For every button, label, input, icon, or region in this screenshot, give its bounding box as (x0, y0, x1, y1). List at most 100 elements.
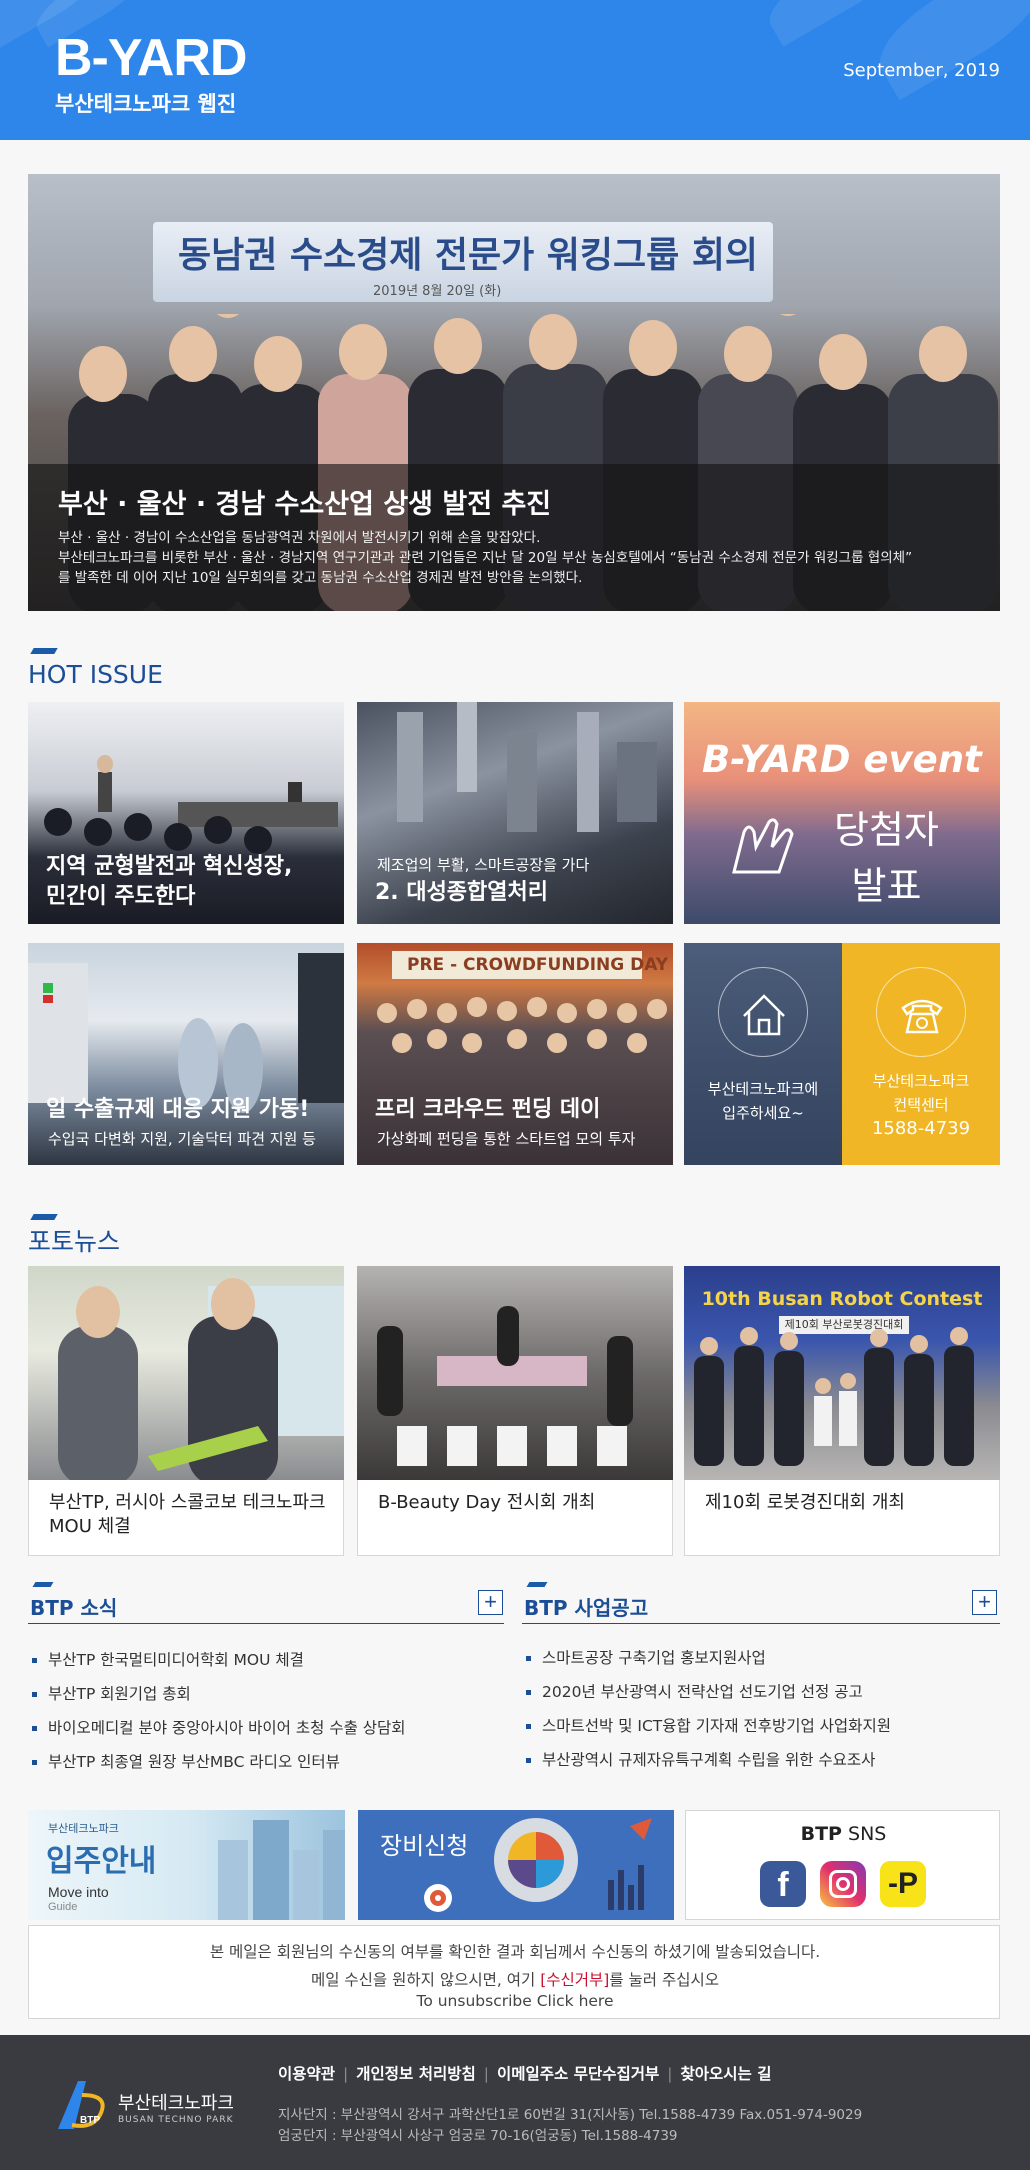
photo-news-title: 포토뉴스 (28, 1227, 121, 1256)
tile-caption: 프리 크라우드 펀딩 데이 (375, 1097, 601, 1122)
hero-description: 부산 · 울산 · 경남이 수소산업을 동남광역권 차원에서 발전시키기 위해 … (58, 528, 978, 588)
event-subtitle-line: 당첨자 (834, 808, 939, 852)
hero-article[interactable]: 동남권 수소경제 전문가 워킹그룹 회의 2019년 8월 20일 (화) 부산… (28, 174, 1000, 611)
footer-link-directions[interactable]: 찾아오시는 길 (681, 2065, 772, 2083)
event-title: B-YARD event (702, 738, 982, 781)
btp-news-title: BTP 소식 (30, 1596, 118, 1620)
address-line: 지사단지 : 부산광역시 강서구 과학산단1로 60번길 31(지사동) Tel… (278, 2107, 863, 2123)
svg-text:BTP: BTP (80, 2115, 100, 2126)
move-in-text-line: 입주하세요~ (722, 1104, 804, 1122)
photo-news-card-3[interactable]: 10th Busan Robot Contest 제10회 부산로봇경진대회 제… (684, 1266, 1000, 1556)
footer-address: 지사단지 : 부산광역시 강서구 과학산단1로 60번길 31(지사동) Tel… (278, 2105, 862, 2147)
equipment-application-banner[interactable]: 장비신청 (358, 1810, 674, 1920)
sns-banner: BTP SNS f -P (685, 1810, 1000, 1920)
hot-issue-tile-1[interactable]: 지역 균형발전과 혁신성장, 민간이 주도한다 (28, 702, 344, 924)
contact-center-text-line: 부산테크노파크 (872, 1072, 970, 1090)
hot-issue-tile-3[interactable]: B-YARD event 당첨자 발표 (684, 702, 1000, 924)
footer-link-terms[interactable]: 이용약관 (278, 2065, 335, 2083)
btp-news-more-button[interactable]: + (478, 1590, 503, 1615)
list-item[interactable]: 2020년 부산광역시 전략산업 선도기업 선정 공고 (524, 1675, 891, 1709)
hero-description-line: 부산 · 울산 · 경남이 수소산업을 동남광역권 차원에서 발전시키기 위해 … (58, 530, 541, 546)
hero-photo-banner-text: 동남권 수소경제 전문가 워킹그룹 회의 (178, 235, 759, 276)
notice-line: To unsubscribe Click here (29, 1992, 1001, 2010)
list-item[interactable]: 스마트선박 및 ICT융합 기자재 전후방기업 사업화지원 (524, 1709, 891, 1743)
footer-links: 이용약관 | 개인정보 처리방침 | 이메일주소 무단수집거부 | 찾아오시는 길 (278, 2065, 772, 2083)
kakao-plus-icon[interactable]: -P (880, 1861, 926, 1907)
list-item[interactable]: 부산TP 최종열 원장 부산MBC 라디오 인터뷰 (30, 1745, 406, 1779)
btp-notice-list: 스마트공장 구축기업 홍보지원사업 2020년 부산광역시 전략산업 선도기업 … (524, 1641, 891, 1777)
btp-notice-title: BTP 사업공고 (524, 1596, 649, 1620)
palm-leaf-decoration (864, 0, 1030, 101)
contact-center-text: 부산테크노파크 컨택센터 1588-4739 (842, 1069, 1000, 1141)
tile-subtitle: 제조업의 부활, 스마트공장을 가다 (377, 856, 590, 874)
list-item[interactable]: 부산TP 회원기업 총회 (30, 1677, 406, 1711)
gear-icon (424, 1818, 652, 1912)
section-marker (526, 1582, 548, 1587)
photo-news-image: 10th Busan Robot Contest 제10회 부산로봇경진대회 (684, 1266, 1000, 1480)
sns-title-text: SNS (848, 1823, 887, 1845)
photo-news-card-2[interactable]: B-Beauty Day 전시회 개최 (357, 1266, 673, 1556)
hot-issue-tile-2[interactable]: 제조업의 부활, 스마트공장을 가다 2. 대성종합열처리 (357, 702, 673, 924)
hand-icon (732, 818, 794, 874)
event-subtitle: 당첨자 발표 (834, 802, 939, 914)
notice-line: 메일 수신을 원하지 않으시면, 여기 [수신거부]를 눌러 주십시오 (29, 1968, 1001, 1990)
list-item[interactable]: 바이오메디컬 분야 중앙아시아 바이어 초청 수출 상담회 (30, 1711, 406, 1745)
unsubscribe-click-here-link[interactable]: Click here (537, 1992, 614, 2010)
list-item[interactable]: 스마트공장 구축기업 홍보지원사업 (524, 1641, 891, 1675)
issue-date: September, 2019 (843, 60, 1000, 81)
btp-logo-icon[interactable]: BTP (52, 2075, 112, 2135)
section-marker (30, 648, 58, 654)
contact-center-phone: 1588-4739 (871, 1118, 971, 1139)
hero-title[interactable]: 부산 · 울산 · 경남 수소산업 상생 발전 추진 (58, 482, 551, 521)
hero-description-line: 를 발족한 데 이어 지난 10일 실무회의를 갖고 동남권 수소산업 경제권 … (58, 570, 583, 586)
move-in-en: Move into (48, 1884, 109, 1900)
site-logo[interactable]: B-YARD (55, 28, 247, 88)
btp-notice-more-button[interactable]: + (972, 1590, 997, 1615)
footer-link-privacy[interactable]: 개인정보 처리방침 (356, 2065, 475, 2083)
tile-subtitle: 수입국 다변화 지원, 기술닥터 파견 지원 등 (48, 1130, 316, 1148)
section-marker (30, 1214, 58, 1220)
event-subtitle-line: 발표 (851, 864, 922, 908)
photo-news-title: 부산TP, 러시아 스콜코보 테크노파크 MOU 체결 (49, 1492, 326, 1537)
photo-news-image (28, 1266, 344, 1480)
phone-icon (876, 967, 966, 1057)
unsubscribe-link[interactable]: [수신거부] (540, 1971, 609, 1989)
tile-caption-line: 지역 균형발전과 혁신성장, (46, 854, 293, 879)
facebook-icon[interactable]: f (760, 1861, 806, 1907)
move-in-text-line: 부산테크노파크에 (707, 1080, 819, 1098)
tile-caption: 일 수출규제 대응 지원 가동! (46, 1097, 310, 1122)
hot-issue-tile-5[interactable]: PRE - CROWDFUNDING DAY 프리 크라우드 펀딩 데이 가상화… (357, 943, 673, 1165)
hot-issue-title: HOT ISSUE (28, 660, 163, 689)
move-in-small-label: 부산테크노파크 (48, 1822, 119, 1835)
section-divider (522, 1623, 1000, 1624)
contact-center-text-line: 컨택센터 (893, 1096, 949, 1114)
list-item[interactable]: 부산광역시 규제자유특구계획 수립을 위한 수요조사 (524, 1743, 891, 1777)
house-icon (718, 967, 808, 1057)
hot-issue-tile-4[interactable]: 일 수출규제 대응 지원 가동! 수입국 다변화 지원, 기술닥터 파견 지원 … (28, 943, 344, 1165)
footer-link-email-policy[interactable]: 이메일주소 무단수집거부 (497, 2065, 659, 2083)
hero-description-line: 부산테크노파크를 비롯한 부산 · 울산 · 경남지역 연구기관과 관련 기업들… (58, 550, 913, 566)
org-name: 부산테크노파크 (118, 2093, 234, 2114)
photo-news-title: B-Beauty Day 전시회 개최 (378, 1492, 596, 1513)
tile-caption: 지역 균형발전과 혁신성장, 민간이 주도한다 (46, 852, 292, 912)
hero-photo-banner-date: 2019년 8월 20일 (화) (373, 284, 502, 299)
org-name-en: BUSAN TECHNO PARK (118, 2115, 234, 2125)
sns-title-bold: BTP (800, 1823, 842, 1845)
photo-news-card-1[interactable]: 부산TP, 러시아 스콜코보 테크노파크 MOU 체결 (28, 1266, 344, 1556)
header: B-YARD 부산테크노파크 웹진 September, 2019 (0, 0, 1030, 140)
list-item[interactable]: 부산TP 한국멀티미디어학회 MOU 체결 (30, 1643, 406, 1677)
tile-subtitle: 가상화폐 펀딩을 통한 스타트업 모의 투자 (377, 1130, 636, 1148)
section-marker (32, 1582, 54, 1587)
unsubscribe-notice: 본 메일은 회원님의 수신동의 여부를 확인한 결과 회님께서 수신동의 하셨기… (28, 1925, 1000, 2019)
move-in-guide-banner[interactable]: 부산테크노파크 입주안내 Move into Guide (28, 1810, 345, 1920)
notice-text: To unsubscribe (416, 1992, 532, 2010)
tile-caption: 2. 대성종합열처리 (375, 880, 549, 905)
footer: BTP 부산테크노파크 BUSAN TECHNO PARK 이용약관 | 개인정보 … (0, 2035, 1030, 2170)
btp-news-list: 부산TP 한국멀티미디어학회 MOU 체결 부산TP 회원기업 총회 바이오메디… (30, 1643, 406, 1779)
hot-issue-tile-contact[interactable]: 부산테크노파크에 입주하세요~ 부산테크노파크 컨택센터 1588-4739 (684, 943, 1000, 1165)
instagram-icon[interactable] (820, 1861, 866, 1907)
notice-line: 본 메일은 회원님의 수신동의 여부를 확인한 결과 회님께서 수신동의 하셨기… (209, 1943, 821, 1961)
section-divider (28, 1623, 504, 1624)
tile-caption-line: 민간이 주도한다 (46, 884, 196, 909)
notice-text: 를 눌러 주십시오 (609, 1971, 720, 1989)
